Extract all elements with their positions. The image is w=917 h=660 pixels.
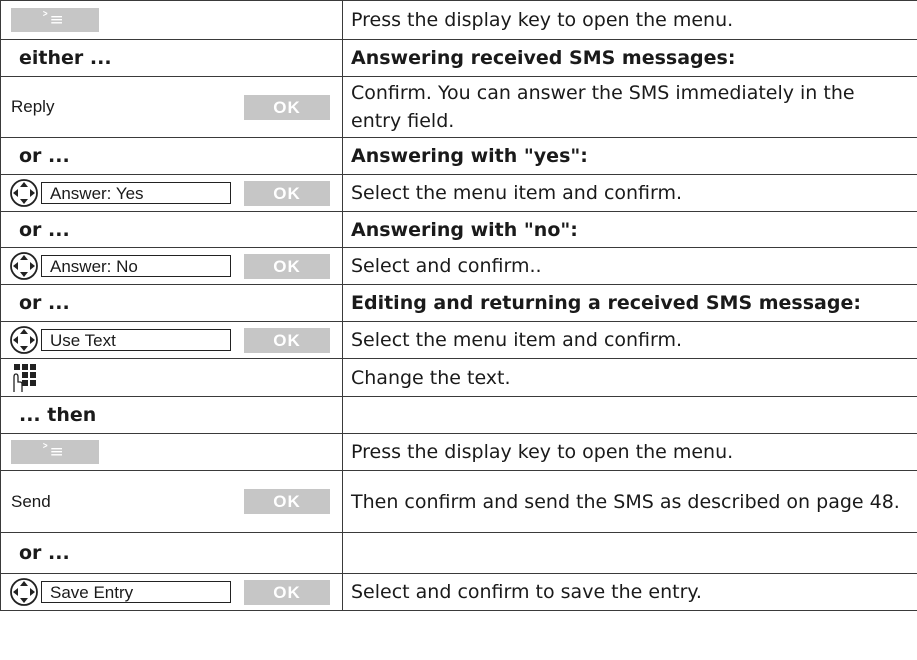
step-key-cell: Save Entry OK xyxy=(0,573,343,611)
ok-key-icon: OK xyxy=(244,253,330,279)
step-key-cell: Answer: Yes OK xyxy=(0,174,343,212)
step-key-cell xyxy=(0,358,343,397)
navigation-key-icon xyxy=(10,179,38,207)
section-label: or ... xyxy=(0,532,343,574)
empty-cell xyxy=(342,396,917,434)
step-key-cell: ˃≡ xyxy=(0,433,343,471)
menu-item-answer-no: Answer: No xyxy=(41,255,231,277)
step-description: Then confirm and send the SMS as describ… xyxy=(342,470,917,533)
section-heading: Answering received SMS messages: xyxy=(342,39,917,77)
step-description: Press the display key to open the menu. xyxy=(342,0,917,40)
ok-key-icon: OK xyxy=(244,579,330,605)
table-row: or ... Answering with "no": xyxy=(0,211,917,248)
step-description: Select the menu item and confirm. xyxy=(342,174,917,212)
menu-item-send: Send xyxy=(11,491,51,511)
menu-key-icon: ˃≡ xyxy=(11,440,99,464)
table-row: Change the text. xyxy=(0,358,917,397)
table-row: Save Entry OK Select and confirm to save… xyxy=(0,573,917,611)
menu-item-use-text: Use Text xyxy=(41,329,231,351)
section-heading: Answering with "yes": xyxy=(342,137,917,175)
step-key-cell: Reply OK xyxy=(0,76,343,138)
keypad-icon xyxy=(13,363,36,392)
step-key-cell: Use Text OK xyxy=(0,321,343,359)
ok-key-icon: OK xyxy=(244,94,330,120)
section-heading: Answering with "no": xyxy=(342,211,917,248)
table-row: or ... Editing and returning a received … xyxy=(0,284,917,322)
section-heading: Editing and returning a received SMS mes… xyxy=(342,284,917,322)
navigation-key-icon xyxy=(10,326,38,354)
ok-key-icon: OK xyxy=(244,489,330,514)
ok-key-icon: OK xyxy=(244,180,330,206)
section-label: ... then xyxy=(0,396,343,434)
navigation-key-icon xyxy=(10,578,38,606)
section-label: or ... xyxy=(0,137,343,175)
menu-item-reply: Reply xyxy=(11,97,55,116)
empty-cell xyxy=(342,532,917,574)
instruction-table: ˃≡ Press the display key to open the men… xyxy=(0,0,917,611)
step-key-cell: Send OK xyxy=(0,470,343,533)
step-description: Select and confirm.. xyxy=(342,247,917,285)
table-row: ... then xyxy=(0,396,917,434)
step-description: Press the display key to open the menu. xyxy=(342,433,917,471)
menu-item-answer-yes: Answer: Yes xyxy=(41,182,231,204)
table-row: Answer: No OK Select and confirm.. xyxy=(0,247,917,285)
section-label: or ... xyxy=(0,211,343,248)
table-row: ˃≡ Press the display key to open the men… xyxy=(0,0,917,40)
step-key-cell: ˃≡ xyxy=(0,0,343,40)
step-key-cell: Answer: No OK xyxy=(0,247,343,285)
section-label: or ... xyxy=(0,284,343,322)
table-row: Send OK Then confirm and send the SMS as… xyxy=(0,470,917,533)
table-row: Answer: Yes OK Select the menu item and … xyxy=(0,174,917,212)
ok-key-icon: OK xyxy=(244,327,330,353)
menu-key-icon: ˃≡ xyxy=(11,8,99,32)
step-description: Select and confirm to save the entry. xyxy=(342,573,917,611)
step-description: Confirm. You can answer the SMS immediat… xyxy=(342,76,917,138)
table-row: ˃≡ Press the display key to open the men… xyxy=(0,433,917,471)
section-label: either ... xyxy=(0,39,343,77)
table-row: either ... Answering received SMS messag… xyxy=(0,39,917,77)
table-row: Reply OK Confirm. You can answer the SMS… xyxy=(0,76,917,138)
table-row: Use Text OK Select the menu item and con… xyxy=(0,321,917,359)
step-description: Change the text. xyxy=(342,358,917,397)
table-row: or ... xyxy=(0,532,917,574)
table-row: or ... Answering with "yes": xyxy=(0,137,917,175)
navigation-key-icon xyxy=(10,252,38,280)
step-description: Select the menu item and confirm. xyxy=(342,321,917,359)
menu-item-save-entry: Save Entry xyxy=(41,581,231,603)
